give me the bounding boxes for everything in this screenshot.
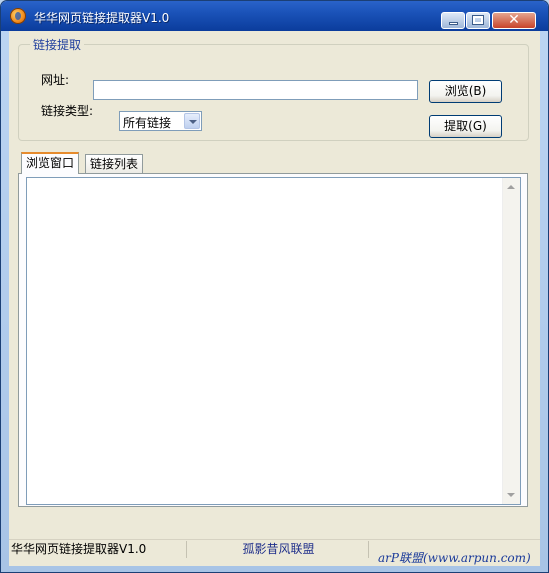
- window-title: 华华网页链接提取器V1.0: [34, 11, 170, 25]
- scroll-up-icon[interactable]: [507, 185, 515, 189]
- link-type-label: 链接类型:: [41, 104, 94, 118]
- watermark: arP联盟(www.arpun.com): [378, 551, 531, 565]
- close-button[interactable]: ✕: [492, 12, 536, 29]
- app-window: 华华网页链接提取器V1.0 ✕ 网址: 浏览(B) 链接类型: 所有链接 提取(…: [0, 0, 549, 573]
- link-type-select[interactable]: 所有链接: [119, 111, 202, 131]
- scroll-down-icon[interactable]: [507, 493, 515, 497]
- link-extract-group: 网址: 浏览(B) 链接类型: 所有链接 提取(G): [18, 44, 529, 141]
- browser-view[interactable]: [26, 177, 521, 505]
- url-input[interactable]: [93, 80, 418, 100]
- status-app-name: 华华网页链接提取器V1.0: [9, 541, 187, 558]
- maximize-button[interactable]: [466, 12, 490, 29]
- tab-browse-window[interactable]: 浏览窗口: [21, 152, 80, 174]
- client-area: 网址: 浏览(B) 链接类型: 所有链接 提取(G) 链接提取 浏览窗口 链接列…: [9, 31, 540, 566]
- browse-button[interactable]: 浏览(B): [429, 80, 502, 103]
- group-legend: 链接提取: [30, 36, 85, 53]
- url-label: 网址:: [41, 73, 70, 87]
- link-type-value: 所有链接: [123, 116, 172, 130]
- tab-link-list[interactable]: 链接列表: [85, 154, 144, 173]
- app-icon[interactable]: [10, 8, 26, 24]
- chevron-down-icon[interactable]: [184, 113, 200, 129]
- extract-button[interactable]: 提取(G): [429, 115, 502, 138]
- title-bar[interactable]: 华华网页链接提取器V1.0 ✕: [1, 1, 548, 31]
- tab-panel: [18, 173, 528, 507]
- minimize-button[interactable]: [441, 12, 465, 29]
- status-author: 孤影昔风联盟: [187, 541, 369, 558]
- vertical-scrollbar[interactable]: [502, 178, 520, 504]
- close-icon: ✕: [508, 12, 520, 28]
